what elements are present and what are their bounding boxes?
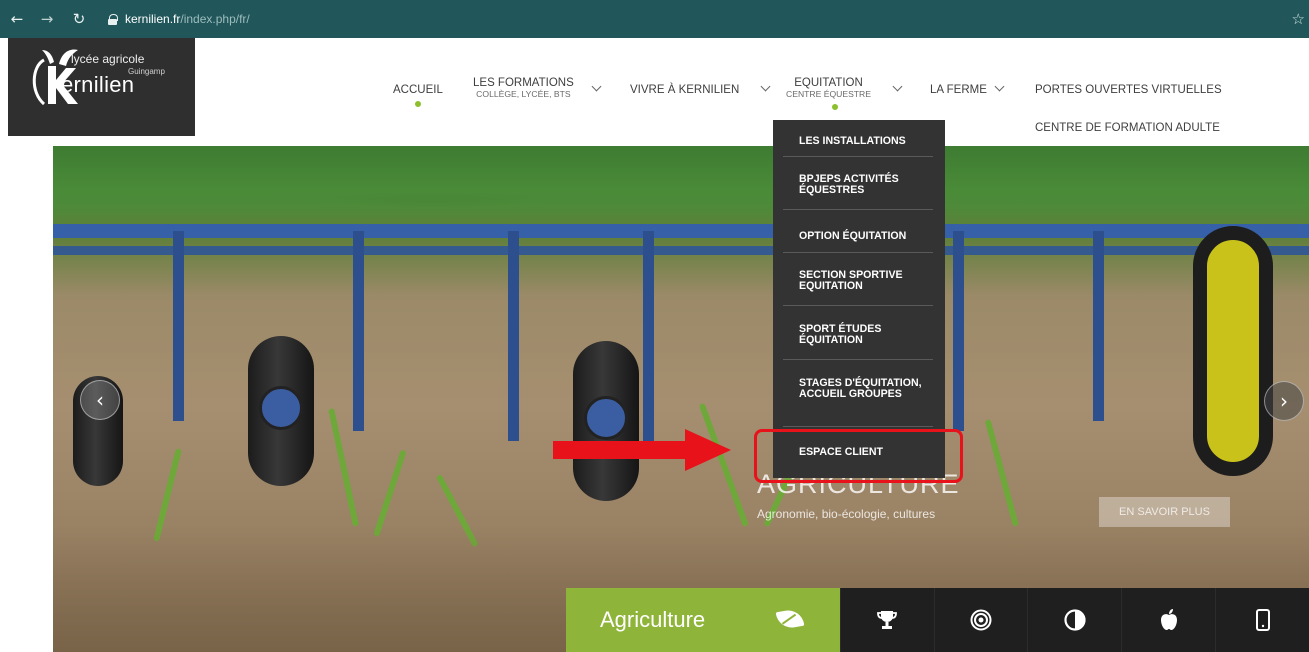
tractor-wheel xyxy=(1193,226,1273,476)
active-indicator xyxy=(415,101,421,107)
dropdown-item-stages[interactable]: STAGES D'ÉQUITATION, ACCUEIL GROUPES xyxy=(783,378,933,400)
category-tab-agriculture[interactable]: Agriculture xyxy=(566,588,840,652)
equitation-dropdown-menu: LES INSTALLATIONS BPJEPS ACTIVITÉS ÉQUES… xyxy=(773,120,945,478)
implement-shank xyxy=(643,231,654,441)
implement-beam xyxy=(53,224,1309,238)
nav-formations-label: LES FORMATIONS xyxy=(473,77,574,89)
implement-shank xyxy=(953,231,964,431)
category-tab-apple[interactable] xyxy=(1121,588,1216,652)
logo-name: ernilien xyxy=(61,72,135,97)
nav-portes-ouvertes[interactable]: PORTES OUVERTES VIRTUELLES xyxy=(1035,84,1222,96)
chevron-down-icon xyxy=(892,81,903,92)
dropdown-divider xyxy=(783,209,933,210)
nav-formations-sub: COLLÈGE, LYCÉE, BTS xyxy=(476,89,571,99)
bookmark-star-icon[interactable]: ☆ xyxy=(1292,10,1305,28)
browser-toolbar: ← → ↻ kernilien.fr/index.php/fr/ ☆ xyxy=(0,0,1309,38)
nav-equitation-sub: CENTRE ÉQUESTRE xyxy=(786,89,871,99)
url-path: /index.php/fr/ xyxy=(180,12,250,26)
slide-subtitle: Agronomie, bio-écologie, cultures xyxy=(757,507,936,521)
dropdown-divider xyxy=(783,252,933,253)
implement-shank xyxy=(353,231,364,431)
dropdown-item-option-equitation[interactable]: OPTION ÉQUITATION xyxy=(783,231,933,242)
contrast-icon xyxy=(1064,609,1086,631)
active-indicator xyxy=(832,104,838,110)
chevron-down-icon xyxy=(760,81,771,92)
nav-equitation[interactable]: EQUITATION CENTRE ÉQUESTRE xyxy=(786,77,871,99)
page: ← → ↻ kernilien.fr/index.php/fr/ ☆ lycée… xyxy=(0,0,1309,652)
back-arrow-icon[interactable]: ← xyxy=(6,10,28,28)
dropdown-divider xyxy=(783,426,933,427)
dropdown-divider xyxy=(783,305,933,306)
learn-more-button[interactable]: EN SAVOIR PLUS xyxy=(1099,497,1230,527)
category-tab-trophy[interactable] xyxy=(839,588,934,652)
logo-tagline: lycée agricole xyxy=(71,52,145,66)
trophy-icon xyxy=(877,611,897,629)
dropdown-item-installations[interactable]: LES INSTALLATIONS xyxy=(783,136,933,147)
nav-accueil[interactable]: ACCUEIL xyxy=(393,84,443,96)
mobile-icon xyxy=(1255,609,1270,631)
nav-vivre[interactable]: VIVRE À KERNILIEN xyxy=(630,84,739,96)
wheel-hub xyxy=(259,386,303,430)
chevron-down-icon xyxy=(994,81,1005,92)
chevron-down-icon xyxy=(591,81,602,92)
apple-icon xyxy=(1160,609,1177,630)
dropdown-divider xyxy=(783,156,933,157)
implement-shank xyxy=(173,231,184,421)
category-tab-mobile[interactable] xyxy=(1215,588,1309,652)
hero-slider xyxy=(53,146,1309,652)
nav-centre-formation-adulte[interactable]: CENTRE DE FORMATION ADULTE xyxy=(1035,122,1220,134)
carousel-prev-button[interactable]: ‹ xyxy=(80,380,120,420)
dropdown-item-section-sportive[interactable]: SECTION SPORTIVE EQUITATION xyxy=(783,270,933,292)
dropdown-divider xyxy=(783,359,933,360)
category-tab-contrast[interactable] xyxy=(1027,588,1122,652)
nav-equitation-label: EQUITATION xyxy=(794,77,863,89)
url-host: kernilien.fr xyxy=(125,12,181,26)
category-label: Agriculture xyxy=(600,607,706,632)
leaf-icon xyxy=(775,607,805,631)
corn-sprout xyxy=(373,449,407,537)
site-logo[interactable]: lycée agricole Guingamp ernilien xyxy=(8,38,195,136)
address-bar[interactable]: kernilien.fr/index.php/fr/ xyxy=(108,12,250,26)
corn-sprout xyxy=(984,418,1019,527)
highlight-box xyxy=(754,429,963,483)
dropdown-item-bpjeps[interactable]: BPJEPS ACTIVITÉS ÉQUESTRES xyxy=(783,174,933,196)
red-arrow-icon xyxy=(553,429,731,471)
dropdown-item-sport-etudes[interactable]: SPORT ÉTUDES ÉQUITATION xyxy=(783,324,933,346)
implement-beam xyxy=(53,246,1309,255)
implement-shank xyxy=(508,231,519,441)
category-tab-target[interactable] xyxy=(933,588,1028,652)
reload-icon[interactable]: ↻ xyxy=(68,10,90,28)
target-icon xyxy=(970,609,992,631)
forward-arrow-icon[interactable]: → xyxy=(36,10,58,28)
carousel-next-button[interactable]: › xyxy=(1264,381,1304,421)
nav-formations[interactable]: LES FORMATIONS COLLÈGE, LYCÉE, BTS xyxy=(473,77,574,99)
implement-shank xyxy=(1093,231,1104,421)
nav-ferme[interactable]: LA FERME xyxy=(930,84,987,96)
lock-icon xyxy=(108,13,118,25)
tractor-body xyxy=(53,146,1309,221)
category-bar: Agriculture xyxy=(566,588,1309,652)
